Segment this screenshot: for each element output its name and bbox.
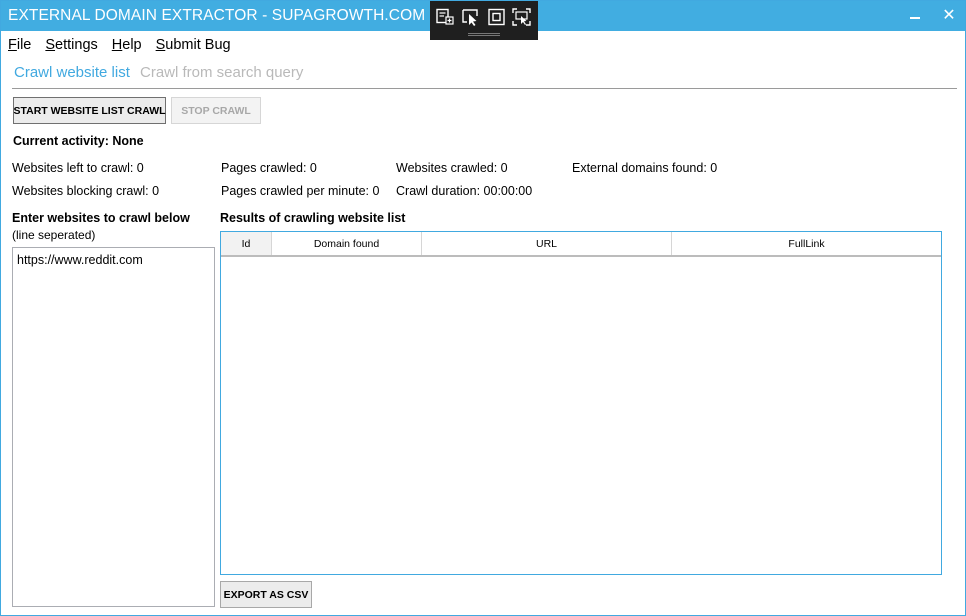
- column-header-fulllink[interactable]: FullLink: [672, 232, 941, 255]
- track-focus-icon[interactable]: [512, 8, 532, 26]
- app-window: EXTERNAL DOMAIN EXTRACTOR - SUPAGROWTH.C…: [0, 0, 966, 616]
- websites-input[interactable]: https://www.reddit.com: [12, 247, 215, 607]
- menu-help[interactable]: Help: [112, 37, 142, 57]
- tab-divider: [12, 88, 957, 89]
- websites-input-sublabel: (line seperated): [12, 228, 96, 242]
- results-label: Results of crawling website list: [220, 211, 406, 225]
- column-header-domain-found[interactable]: Domain found: [272, 232, 422, 255]
- minimize-icon[interactable]: [904, 5, 926, 27]
- tab-crawl-website-list[interactable]: Crawl website list: [14, 64, 130, 81]
- websites-left-stat: Websites left to crawl: 0: [12, 161, 144, 175]
- start-crawl-button[interactable]: START WEBSITE LIST CRAWL: [13, 97, 166, 124]
- menu-bar: File Settings Help Submit Bug: [8, 37, 245, 57]
- pointer-icon[interactable]: [461, 8, 481, 26]
- results-table-header: Id Domain found URL FullLink: [221, 232, 941, 257]
- websites-input-label: Enter websites to crawl below: [12, 211, 190, 225]
- export-csv-button[interactable]: EXPORT AS CSV: [220, 581, 312, 608]
- websites-crawled-stat: Websites crawled: 0: [396, 161, 508, 175]
- menu-submit-bug[interactable]: Submit Bug: [156, 37, 231, 57]
- pages-per-minute-stat: Pages crawled per minute: 0: [221, 184, 380, 198]
- menu-file[interactable]: File: [8, 37, 31, 57]
- toolbar-grip[interactable]: [468, 33, 500, 36]
- tab-crawl-from-search-query[interactable]: Crawl from search query: [140, 64, 303, 81]
- select-element-icon[interactable]: [435, 8, 455, 26]
- debug-toolbar: [430, 1, 538, 40]
- results-table[interactable]: Id Domain found URL FullLink: [220, 231, 942, 575]
- window-title: EXTERNAL DOMAIN EXTRACTOR - SUPAGROWTH.C…: [8, 7, 426, 24]
- pages-crawled-stat: Pages crawled: 0: [221, 161, 317, 175]
- menu-settings[interactable]: Settings: [45, 37, 97, 57]
- close-icon[interactable]: ✕: [938, 5, 960, 27]
- current-activity: Current activity: None: [13, 134, 144, 148]
- external-domains-stat: External domains found: 0: [572, 161, 718, 175]
- crawl-duration-stat: Crawl duration: 00:00:00: [396, 184, 533, 198]
- layout-bounds-icon[interactable]: [487, 8, 507, 26]
- websites-blocking-stat: Websites blocking crawl: 0: [12, 184, 160, 198]
- stop-crawl-button[interactable]: STOP CRAWL: [171, 97, 261, 124]
- column-header-url[interactable]: URL: [422, 232, 672, 255]
- column-header-id[interactable]: Id: [221, 232, 272, 255]
